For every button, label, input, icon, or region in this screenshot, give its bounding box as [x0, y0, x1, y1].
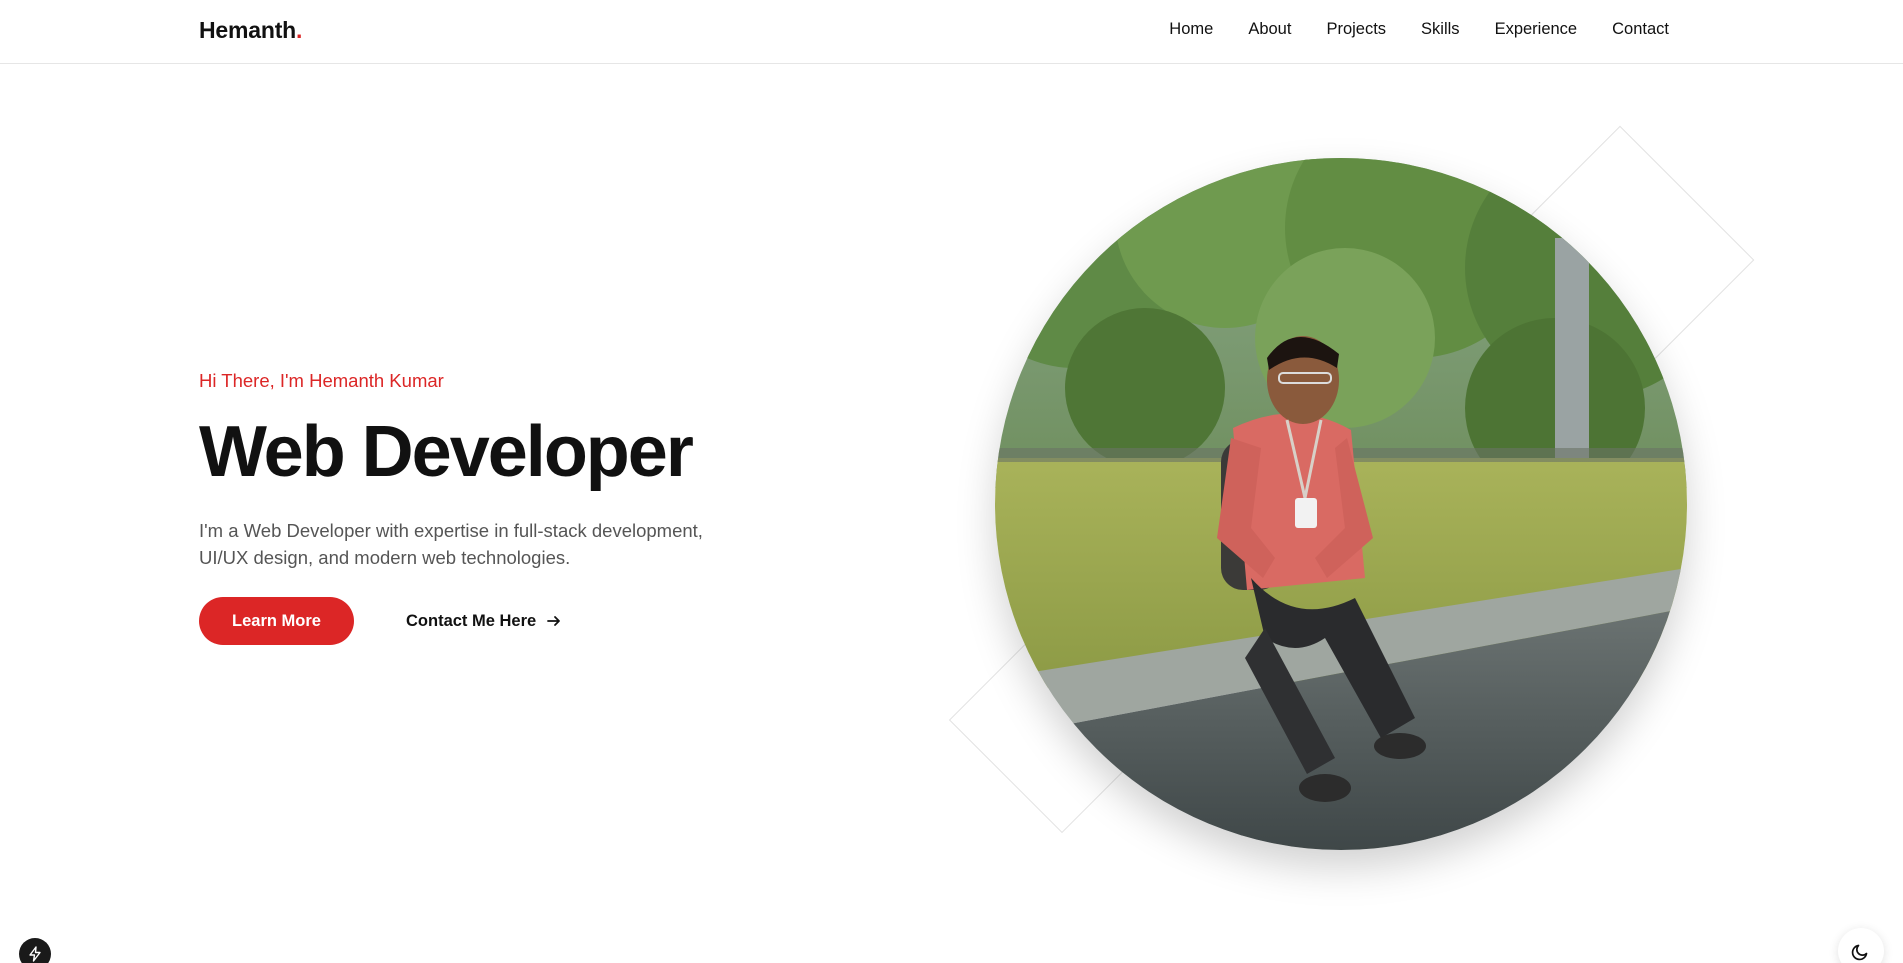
profile-photo: [995, 158, 1687, 850]
logo[interactable]: Hemanth.: [199, 17, 302, 44]
logo-dot: .: [296, 17, 303, 43]
hero-headline: Web Developer: [199, 412, 694, 492]
profile-photo-illustration: [995, 158, 1687, 850]
theme-toggle-button[interactable]: [1838, 928, 1884, 963]
hero-description-line-1: I'm a Web Developer with expertise in fu…: [199, 520, 703, 541]
arrow-right-icon: [547, 616, 561, 626]
navbar: Hemanth. Home About Projects Skills Expe…: [0, 0, 1903, 64]
lightning-icon: [29, 946, 41, 962]
nav-link-experience[interactable]: Experience: [1495, 20, 1578, 39]
contact-me-label: Contact Me Here: [406, 611, 537, 630]
hero-greeting: Hi There, I'm Hemanth Kumar: [199, 370, 444, 391]
main-nav: Home About Projects Skills Experience Co…: [1134, 20, 1669, 39]
lightning-button[interactable]: [19, 938, 51, 963]
hero-description-line-2: UI/UX design, and modern web technologie…: [199, 547, 571, 568]
nav-link-projects[interactable]: Projects: [1326, 20, 1386, 39]
learn-more-button[interactable]: Learn More: [199, 597, 354, 645]
nav-link-home[interactable]: Home: [1169, 20, 1213, 39]
moon-icon: [1851, 944, 1868, 961]
hero-description: I'm a Web Developer with expertise in fu…: [199, 517, 759, 571]
nav-link-about[interactable]: About: [1248, 20, 1291, 39]
hero-intro: Hi There, I'm Hemanth Kumar Web Develope…: [199, 370, 759, 645]
logo-text: Hemanth: [199, 17, 297, 43]
nav-link-skills[interactable]: Skills: [1421, 20, 1460, 39]
contact-me-link[interactable]: Contact Me Here: [406, 612, 562, 631]
hero-actions: Learn More Contact Me Here: [199, 597, 759, 645]
nav-link-contact[interactable]: Contact: [1612, 20, 1669, 39]
